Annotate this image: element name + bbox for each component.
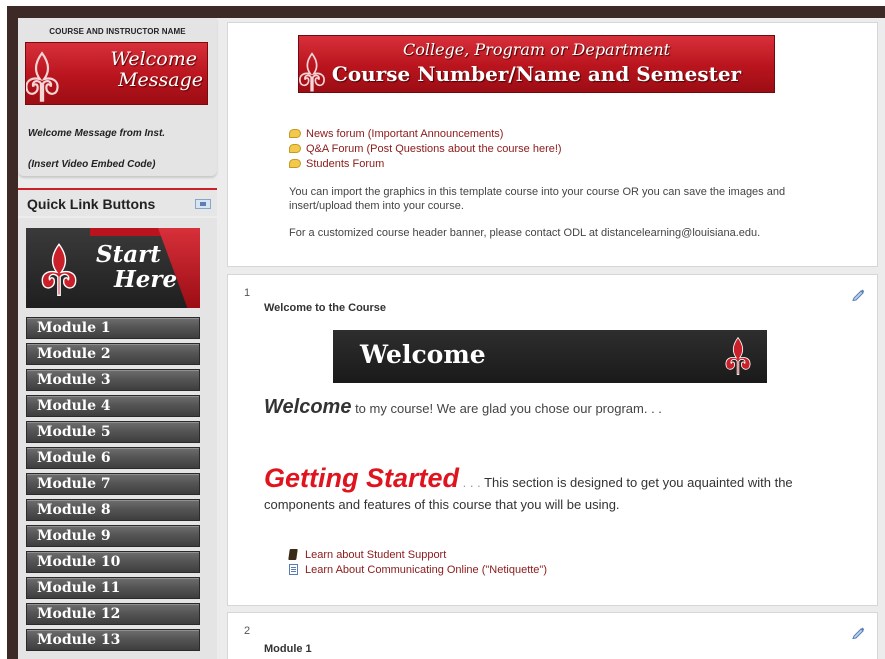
left-column: COURSE AND INSTRUCTOR NAME Welcome Messa… [18, 18, 219, 659]
forum-list: News forum (Important Announcements) Q&A… [289, 126, 562, 171]
fleur-de-lis-icon [41, 243, 77, 297]
module-button[interactable]: Module 5 [26, 421, 200, 443]
block-dock-icon[interactable] [195, 199, 211, 209]
quick-links-header: Quick Link Buttons [18, 188, 217, 216]
getting-started-text: Getting Started . . . This section is de… [264, 465, 864, 516]
page-icon [289, 564, 298, 575]
module-button[interactable]: Module 3 [26, 369, 200, 391]
section-2: 2 Module 1 [227, 612, 878, 659]
course-info-block: COURSE AND INSTRUCTOR NAME Welcome Messa… [18, 18, 217, 176]
forum-item: News forum (Important Announcements) [289, 126, 562, 141]
fleur-de-lis-icon [26, 51, 59, 102]
banner-department: College, Program or Department [402, 40, 671, 59]
student-support-link[interactable]: Learn about Student Support [305, 549, 446, 561]
speech-bubble-icon [289, 159, 301, 168]
section-1: 1 Welcome to the Course Welcome Welcome … [227, 274, 878, 606]
welcome-message-from: Welcome Message from Inst. [28, 128, 166, 139]
section-number: 1 [244, 287, 251, 299]
pencil-edit-icon[interactable] [851, 625, 865, 639]
forum-item: Students Forum [289, 156, 562, 171]
start-here-line2: Here [114, 266, 178, 293]
getting-started-dots: . . . [459, 475, 485, 490]
page-content: COURSE AND INSTRUCTOR NAME Welcome Messa… [18, 18, 885, 659]
module-button[interactable]: Module 13 [26, 629, 200, 651]
welcome-banner-line1: Welcome [110, 48, 197, 70]
section-title: Welcome to the Course [264, 302, 387, 314]
pencil-edit-icon[interactable] [851, 287, 865, 301]
module-button[interactable]: Module 12 [26, 603, 200, 625]
welcome-banner: Welcome [333, 330, 767, 383]
welcome-rest: to my course! We are glad you chose our … [351, 401, 662, 416]
welcome-message-banner[interactable]: Welcome Message [25, 42, 208, 105]
odl-contact-text: For a customized course header banner, p… [289, 227, 761, 239]
book-icon [288, 549, 298, 560]
banner-course-title: Course Number/Name and Semester [331, 62, 742, 86]
module-button[interactable]: Module 4 [26, 395, 200, 417]
getting-started-heading: Getting Started [264, 463, 460, 493]
section-title: Module 1 [264, 643, 312, 655]
speech-bubble-icon [289, 129, 301, 138]
module-button-list: Module 1 Module 2 Module 3 Module 4 Modu… [26, 317, 200, 655]
welcome-text: Welcome to my course! We are glad you ch… [264, 396, 662, 419]
qa-forum-link[interactable]: Q&A Forum (Post Questions about the cour… [306, 143, 562, 155]
module-button[interactable]: Module 1 [26, 317, 200, 339]
welcome-banner-line2: Message [118, 69, 203, 91]
news-forum-link[interactable]: News forum (Important Announcements) [306, 128, 503, 140]
module-button[interactable]: Module 7 [26, 473, 200, 495]
netiquette-link[interactable]: Learn About Communicating Online ("Netiq… [305, 564, 547, 576]
resource-item: Learn about Student Support [288, 547, 547, 562]
module-button[interactable]: Module 9 [26, 525, 200, 547]
students-forum-link[interactable]: Students Forum [306, 158, 384, 170]
welcome-emphasis: Welcome [264, 396, 352, 418]
resource-item: Learn About Communicating Online ("Netiq… [289, 562, 547, 577]
speech-bubble-icon [289, 144, 301, 153]
course-instructor-name: COURSE AND INSTRUCTOR NAME [49, 27, 186, 36]
quick-links-title: Quick Link Buttons [27, 196, 156, 212]
import-instructions: You can import the graphics in this temp… [289, 186, 786, 212]
module-button[interactable]: Module 2 [26, 343, 200, 365]
video-embed-placeholder: (Insert Video Embed Code) [28, 159, 156, 170]
start-here-line1: Start [96, 241, 161, 268]
start-here-button[interactable]: Start Here [26, 228, 200, 308]
resource-list: Learn about Student Support Learn About … [288, 547, 547, 577]
welcome-banner-text: Welcome [360, 340, 486, 369]
module-button[interactable]: Module 10 [26, 551, 200, 573]
module-button[interactable]: Module 8 [26, 499, 200, 521]
course-header-banner: College, Program or Department Course Nu… [298, 35, 775, 93]
course-header-section: College, Program or Department Course Nu… [227, 22, 878, 267]
forum-item: Q&A Forum (Post Questions about the cour… [289, 141, 562, 156]
fleur-de-lis-icon [725, 336, 751, 376]
section-number: 2 [244, 625, 251, 637]
module-button[interactable]: Module 6 [26, 447, 200, 469]
page-frame: COURSE AND INSTRUCTOR NAME Welcome Messa… [7, 6, 885, 659]
module-button[interactable]: Module 11 [26, 577, 200, 599]
